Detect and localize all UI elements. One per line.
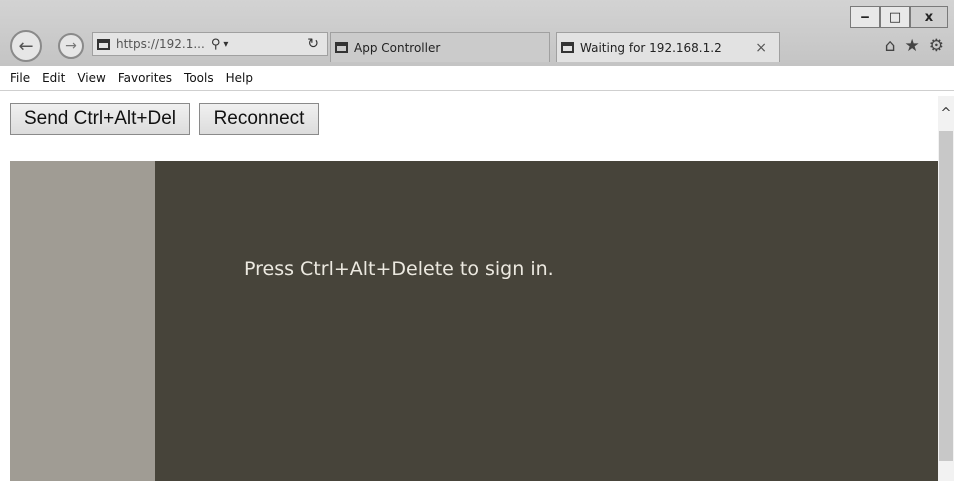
browser-tools: ⌂ ★ ⚙	[885, 36, 944, 56]
menu-view[interactable]: View	[77, 71, 105, 85]
menu-file[interactable]: File	[10, 71, 30, 85]
back-button[interactable]: ←	[10, 30, 42, 62]
home-icon[interactable]: ⌂	[885, 36, 896, 56]
reconnect-button[interactable]: Reconnect	[199, 103, 319, 135]
sign-in-prompt: Press Ctrl+Alt+Delete to sign in.	[244, 258, 554, 280]
maximize-button[interactable]: □	[880, 6, 910, 28]
menu-edit[interactable]: Edit	[42, 71, 65, 85]
menu-bar: File Edit View Favorites Tools Help	[0, 66, 954, 91]
vertical-scrollbar[interactable]: ^	[938, 96, 954, 481]
favorites-star-icon[interactable]: ★	[905, 36, 920, 56]
tab-label: App Controller	[354, 40, 441, 55]
refresh-icon[interactable]: ↻	[307, 36, 319, 52]
menu-help[interactable]: Help	[226, 71, 253, 85]
search-icon[interactable]: ⚲	[211, 37, 221, 52]
page-icon	[97, 38, 110, 50]
browser-chrome: ← → https://192.1... ⚲ ▾ ↻ App Controlle…	[0, 0, 954, 66]
tab-label: Waiting for 192.168.1.2	[580, 40, 722, 55]
tab-close-icon[interactable]: ×	[755, 40, 767, 56]
scrollbar-thumb[interactable]	[939, 131, 953, 461]
remote-desktop-screen[interactable]: Press Ctrl+Alt+Delete to sign in.	[10, 161, 938, 481]
address-dropdown-icon[interactable]: ▾	[223, 39, 228, 50]
tab-page-icon	[335, 42, 348, 53]
forward-arrow-icon: →	[65, 38, 77, 54]
scroll-up-icon[interactable]: ^	[938, 106, 954, 121]
tab-app-controller[interactable]: App Controller	[330, 32, 550, 62]
minimize-button[interactable]: ‒	[850, 6, 880, 28]
address-bar[interactable]: https://192.1... ⚲ ▾ ↻	[92, 32, 328, 56]
forward-button[interactable]: →	[58, 33, 84, 59]
address-text: https://192.1...	[116, 37, 205, 51]
tab-page-icon	[561, 42, 574, 53]
settings-gear-icon[interactable]: ⚙	[929, 36, 944, 56]
remote-side-panel	[10, 161, 155, 481]
menu-tools[interactable]: Tools	[184, 71, 214, 85]
window-controls: ‒ □ x	[850, 6, 948, 28]
close-button[interactable]: x	[910, 6, 948, 28]
back-arrow-icon: ←	[18, 35, 34, 57]
tab-waiting[interactable]: Waiting for 192.168.1.2 ×	[556, 32, 780, 62]
send-ctrl-alt-del-button[interactable]: Send Ctrl+Alt+Del	[10, 103, 190, 135]
menu-favorites[interactable]: Favorites	[118, 71, 172, 85]
